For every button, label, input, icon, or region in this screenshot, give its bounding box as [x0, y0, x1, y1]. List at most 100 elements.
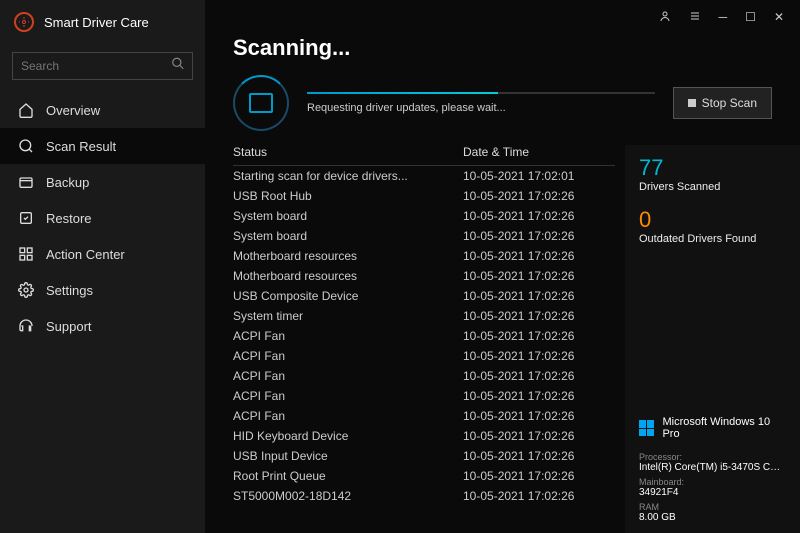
- log-time: 10-05-2021 17:02:26: [463, 489, 615, 503]
- log-time: 10-05-2021 17:02:26: [463, 409, 615, 423]
- sidebar-item-action-center[interactable]: Action Center: [0, 236, 205, 272]
- sidebar-item-label: Restore: [46, 211, 92, 226]
- sidebar-item-label: Action Center: [46, 247, 125, 262]
- log-header: Status Date & Time: [233, 145, 615, 166]
- grid-icon: [18, 246, 34, 262]
- user-icon[interactable]: [659, 10, 671, 25]
- column-header-datetime: Date & Time: [463, 145, 615, 159]
- log-status: ACPI Fan: [233, 349, 463, 363]
- sidebar-item-label: Scan Result: [46, 139, 116, 154]
- log-time: 10-05-2021 17:02:26: [463, 189, 615, 203]
- sidebar-item-label: Settings: [46, 283, 93, 298]
- log-status: ST5000M002-18D142: [233, 489, 463, 503]
- log-status: System board: [233, 209, 463, 223]
- progress-bar: [307, 92, 655, 94]
- log-status: System timer: [233, 309, 463, 323]
- processor-value: Intel(R) Core(TM) i5-3470S CPU @ 2.9...: [639, 462, 786, 473]
- outdated-count: 0: [639, 207, 786, 233]
- log-status: Root Print Queue: [233, 469, 463, 483]
- log-time: 10-05-2021 17:02:26: [463, 209, 615, 223]
- log-time: 10-05-2021 17:02:26: [463, 289, 615, 303]
- log-row: System timer10-05-2021 17:02:26: [233, 306, 615, 326]
- sidebar-item-overview[interactable]: Overview: [0, 92, 205, 128]
- log-row: ACPI Fan10-05-2021 17:02:26: [233, 406, 615, 426]
- log-row: Motherboard resources10-05-2021 17:02:26: [233, 246, 615, 266]
- drivers-scanned-label: Drivers Scanned: [639, 181, 786, 193]
- log-status: USB Composite Device: [233, 289, 463, 303]
- ram-label: RAM: [639, 502, 786, 512]
- log-row: System board10-05-2021 17:02:26: [233, 206, 615, 226]
- log-row: ACPI Fan10-05-2021 17:02:26: [233, 346, 615, 366]
- os-row: Microsoft Windows 10 Pro: [639, 416, 786, 440]
- os-name: Microsoft Windows 10 Pro: [662, 416, 786, 440]
- sidebar-item-settings[interactable]: Settings: [0, 272, 205, 308]
- log-time: 10-05-2021 17:02:26: [463, 309, 615, 323]
- log-row: Starting scan for device drivers...10-05…: [233, 166, 615, 186]
- window-controls: ─ ☐ ✕: [205, 0, 800, 35]
- log-row: Root Print Queue10-05-2021 17:02:26: [233, 466, 615, 486]
- log-row: Motherboard resources10-05-2021 17:02:26: [233, 266, 615, 286]
- sidebar-item-backup[interactable]: Backup: [0, 164, 205, 200]
- log-status: USB Input Device: [233, 449, 463, 463]
- log-status: ACPI Fan: [233, 389, 463, 403]
- drivers-scanned-count: 77: [639, 155, 786, 181]
- titlebar: Smart Driver Care: [0, 0, 205, 44]
- log-time: 10-05-2021 17:02:26: [463, 369, 615, 383]
- log-status: Motherboard resources: [233, 269, 463, 283]
- log-row: ACPI Fan10-05-2021 17:02:26: [233, 366, 615, 386]
- mainboard-value: 34921F4: [639, 487, 786, 498]
- sidebar-item-support[interactable]: Support: [0, 308, 205, 344]
- search-icon[interactable]: [171, 57, 185, 76]
- log-time: 10-05-2021 17:02:26: [463, 249, 615, 263]
- scan-spinner-icon: [233, 75, 289, 131]
- home-icon: [18, 102, 34, 118]
- log-time: 10-05-2021 17:02:26: [463, 329, 615, 343]
- log-status: Motherboard resources: [233, 249, 463, 263]
- mainboard-label: Mainboard:: [639, 477, 786, 487]
- gear-icon: [18, 282, 34, 298]
- progress-container: Requesting driver updates, please wait..…: [307, 92, 655, 114]
- log-row: System board10-05-2021 17:02:26: [233, 226, 615, 246]
- log-row: HID Keyboard Device10-05-2021 17:02:26: [233, 426, 615, 446]
- app-title: Smart Driver Care: [44, 15, 149, 30]
- log-time: 10-05-2021 17:02:26: [463, 389, 615, 403]
- maximize-button[interactable]: ☐: [745, 10, 756, 25]
- log-row: ST5000M002-18D14210-05-2021 17:02:26: [233, 486, 615, 506]
- sidebar-item-scan-result[interactable]: Scan Result: [0, 128, 205, 164]
- log-status: ACPI Fan: [233, 369, 463, 383]
- sidebar-item-label: Backup: [46, 175, 89, 190]
- stop-icon: [688, 99, 696, 107]
- log-time: 10-05-2021 17:02:26: [463, 449, 615, 463]
- sidebar-item-label: Support: [46, 319, 92, 334]
- log-row: ACPI Fan10-05-2021 17:02:26: [233, 326, 615, 346]
- outdated-label: Outdated Drivers Found: [639, 233, 786, 245]
- log-row: USB Composite Device10-05-2021 17:02:26: [233, 286, 615, 306]
- app-logo-icon: [14, 12, 34, 32]
- processor-label: Processor:: [639, 452, 786, 462]
- sidebar-item-label: Overview: [46, 103, 100, 118]
- sidebar-item-restore[interactable]: Restore: [0, 200, 205, 236]
- headset-icon: [18, 318, 34, 334]
- windows-logo-icon: [639, 420, 654, 436]
- log-status: System board: [233, 229, 463, 243]
- page-title: Scanning...: [233, 35, 772, 61]
- search-container: [12, 52, 193, 80]
- menu-icon[interactable]: [689, 10, 701, 25]
- ram-value: 8.00 GB: [639, 512, 786, 523]
- log-status: HID Keyboard Device: [233, 429, 463, 443]
- log-status: Starting scan for device drivers...: [233, 169, 463, 183]
- log-time: 10-05-2021 17:02:26: [463, 229, 615, 243]
- restore-icon: [18, 210, 34, 226]
- search-input[interactable]: [12, 52, 193, 80]
- log-row: USB Root Hub10-05-2021 17:02:26: [233, 186, 615, 206]
- close-button[interactable]: ✕: [774, 10, 784, 25]
- log-row: USB Input Device10-05-2021 17:02:26: [233, 446, 615, 466]
- log-row: ACPI Fan10-05-2021 17:02:26: [233, 386, 615, 406]
- log-time: 10-05-2021 17:02:01: [463, 169, 615, 183]
- search-icon: [18, 138, 34, 154]
- log-status: USB Root Hub: [233, 189, 463, 203]
- column-header-status: Status: [233, 145, 463, 159]
- stop-scan-label: Stop Scan: [702, 96, 757, 110]
- minimize-button[interactable]: ─: [719, 10, 728, 25]
- stop-scan-button[interactable]: Stop Scan: [673, 87, 772, 119]
